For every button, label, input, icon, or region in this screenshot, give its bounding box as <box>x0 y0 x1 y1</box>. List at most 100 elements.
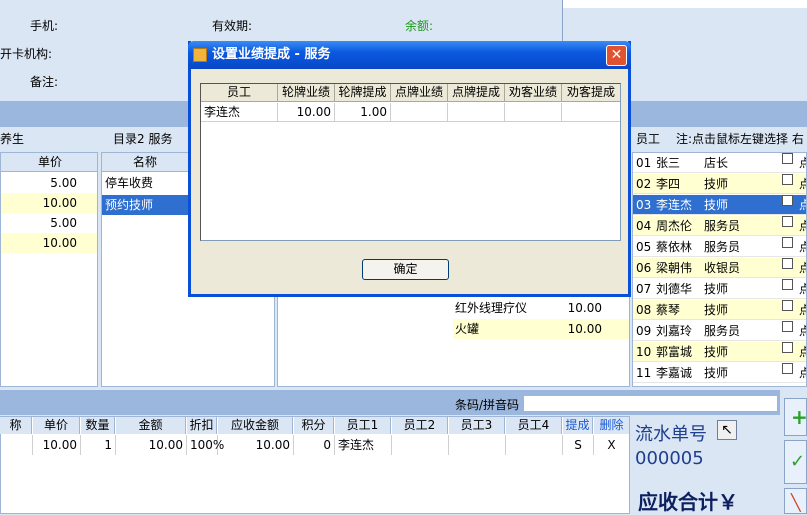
employee-no: 05 <box>636 240 652 254</box>
check-icon: ✓ <box>790 451 806 472</box>
cell-name[interactable] <box>0 435 33 455</box>
cell-commission-button[interactable]: S <box>563 435 594 455</box>
employee-checkbox[interactable] <box>782 363 793 374</box>
dialog-title: 设置业绩提成 - 服务 <box>212 47 331 62</box>
commission-dialog: 设置业绩提成 - 服务 ✕ 员工 轮牌业绩 轮牌提成 点牌业绩 点牌提成 劝客业… <box>188 41 631 297</box>
employee-name: 李连杰 <box>656 198 693 212</box>
col-amount-header: 金额 <box>116 417 186 434</box>
col-staff2-header: 员工2 <box>392 417 448 434</box>
employee-role: 店长 <box>704 156 729 170</box>
employee-row[interactable]: 11 李嘉诚技师 点 <box>633 363 806 383</box>
cell-staff1[interactable]: 李连杰 <box>335 435 392 455</box>
employee-action-text: 点 <box>799 279 806 299</box>
employee-row[interactable]: 05 蔡依林服务员 点 <box>633 237 806 257</box>
employee-name: 张三 <box>656 156 681 170</box>
item-name[interactable]: 火罐 <box>455 322 479 336</box>
item-name[interactable]: 红外线理疗仪 <box>455 301 527 315</box>
employee-checkbox[interactable] <box>782 300 793 311</box>
employee-name: 周杰伦 <box>656 219 693 233</box>
dg-cell-pick-perf[interactable] <box>391 103 448 122</box>
employee-action-text: 点 <box>799 363 806 383</box>
dg-col-staff: 员工 <box>201 84 278 102</box>
employee-role: 技师 <box>704 303 729 317</box>
issuer-label: 开卡机构: <box>0 47 53 61</box>
ok-button[interactable]: 确定 <box>362 259 449 280</box>
dialog-titlebar[interactable]: 设置业绩提成 - 服务 ✕ <box>188 41 631 69</box>
directory-item-selected[interactable]: 预约技师 <box>102 195 188 215</box>
employee-row[interactable]: 08 蔡琴 技师 点 <box>633 300 806 320</box>
col-receivable-header: 应收金额 <box>218 417 293 434</box>
cell-qty[interactable]: 1 <box>81 435 116 455</box>
employee-no: 06 <box>636 261 652 275</box>
cell-discount[interactable]: 100% <box>187 435 224 455</box>
dg-col-rotation-perf: 轮牌业绩 <box>278 84 335 102</box>
barcode-input[interactable] <box>523 395 778 412</box>
employee-row[interactable]: 01 张三 店长 点 <box>633 153 806 173</box>
employee-row[interactable]: 07 刘德华技师 点 <box>633 279 806 299</box>
delete-link[interactable]: 删除 <box>594 417 629 434</box>
employee-checkbox[interactable] <box>782 342 793 353</box>
price-row[interactable]: 5.00 <box>1 173 77 193</box>
employee-role: 收银员 <box>704 261 741 275</box>
cell-price[interactable]: 10.00 <box>33 435 81 455</box>
employee-name: 刘德华 <box>656 282 693 296</box>
employee-checkbox[interactable] <box>782 258 793 269</box>
price-row[interactable]: 10.00 <box>1 193 97 213</box>
employee-name: 梁朝伟 <box>656 261 693 275</box>
employee-row[interactable]: 03 李连杰技师 点 <box>633 195 806 215</box>
employee-checkbox[interactable] <box>782 237 793 248</box>
cell-receivable[interactable]: 10.00 <box>218 435 294 455</box>
employee-action-text: 点 <box>799 321 806 341</box>
price-row[interactable]: 10.00 <box>1 233 97 253</box>
employee-row[interactable]: 06 梁朝伟收银员 点 <box>633 258 806 278</box>
cell-staff4[interactable] <box>506 435 563 455</box>
remark-label: 备注: <box>30 75 59 89</box>
cell-points[interactable]: 0 <box>294 435 335 455</box>
summary-panel: 流水单号 ↖ 000005 应收合计￥ <box>632 416 782 514</box>
employee-checkbox[interactable] <box>782 216 793 227</box>
employee-action-text: 点 <box>799 216 806 236</box>
employee-checkbox[interactable] <box>782 153 793 164</box>
dg-cell-persuade-perf[interactable] <box>505 103 562 122</box>
total-label: 应收合计￥ <box>638 490 738 514</box>
employee-row[interactable]: 02 李四 技师 点 <box>633 174 806 194</box>
dg-col-pick-comm: 点牌提成 <box>448 84 505 102</box>
col-price-header: 单价 <box>33 417 80 434</box>
price-row[interactable]: 5.00 <box>1 213 77 233</box>
cursor-icon[interactable]: ↖ <box>717 420 737 440</box>
dg-cell-persuade-comm[interactable] <box>562 103 620 122</box>
cell-delete-button[interactable]: X <box>594 435 629 455</box>
cell-staff2[interactable] <box>392 435 449 455</box>
employee-role: 技师 <box>704 366 729 380</box>
dg-col-pick-perf: 点牌业绩 <box>391 84 448 102</box>
cell-amount[interactable]: 10.00 <box>116 435 187 455</box>
employee-row[interactable]: 04 周杰伦服务员 点 <box>633 216 806 236</box>
add-button[interactable]: + <box>784 398 807 436</box>
employee-checkbox[interactable] <box>782 279 793 290</box>
employee-row[interactable]: 10 郭富城技师 点 <box>633 342 806 362</box>
employee-checkbox[interactable] <box>782 321 793 332</box>
confirm-button[interactable]: ✓ <box>784 440 807 484</box>
dg-cell-pick-comm[interactable] <box>448 103 505 122</box>
employee-name: 蔡琴 <box>656 303 681 317</box>
employee-checkbox[interactable] <box>782 195 793 206</box>
close-button[interactable]: ✕ <box>606 45 627 66</box>
employee-no: 02 <box>636 177 652 191</box>
cell-staff3[interactable] <box>449 435 506 455</box>
col-name-header: 称 <box>0 417 32 434</box>
dg-cell-rotation-comm[interactable]: 1.00 <box>335 103 391 122</box>
employee-role: 技师 <box>704 282 729 296</box>
employee-row[interactable]: 09 刘嘉玲服务员 点 <box>633 321 806 341</box>
commission-grid[interactable]: 员工 轮牌业绩 轮牌提成 点牌业绩 点牌提成 劝客业绩 劝客提成 李连杰 10.… <box>200 83 621 241</box>
dg-cell-staff[interactable]: 李连杰 <box>201 103 278 122</box>
employee-list[interactable]: 01张三店长点02李四技师点03李连杰技师点04周杰伦服务员点05蔡依林服务员点… <box>632 152 807 387</box>
employee-role: 服务员 <box>704 324 741 338</box>
serial-label: 流水单号 <box>635 424 707 445</box>
cancel-icon: ╲ <box>791 493 801 512</box>
dg-cell-rotation-perf[interactable]: 10.00 <box>278 103 335 122</box>
employee-checkbox[interactable] <box>782 174 793 185</box>
employee-header: 员工 <box>636 132 661 146</box>
cancel-button[interactable]: ╲ <box>784 488 807 514</box>
price-list[interactable]: 单价 5.00 10.00 5.00 10.00 <box>0 152 98 387</box>
commission-link[interactable]: 提成 <box>563 417 593 434</box>
